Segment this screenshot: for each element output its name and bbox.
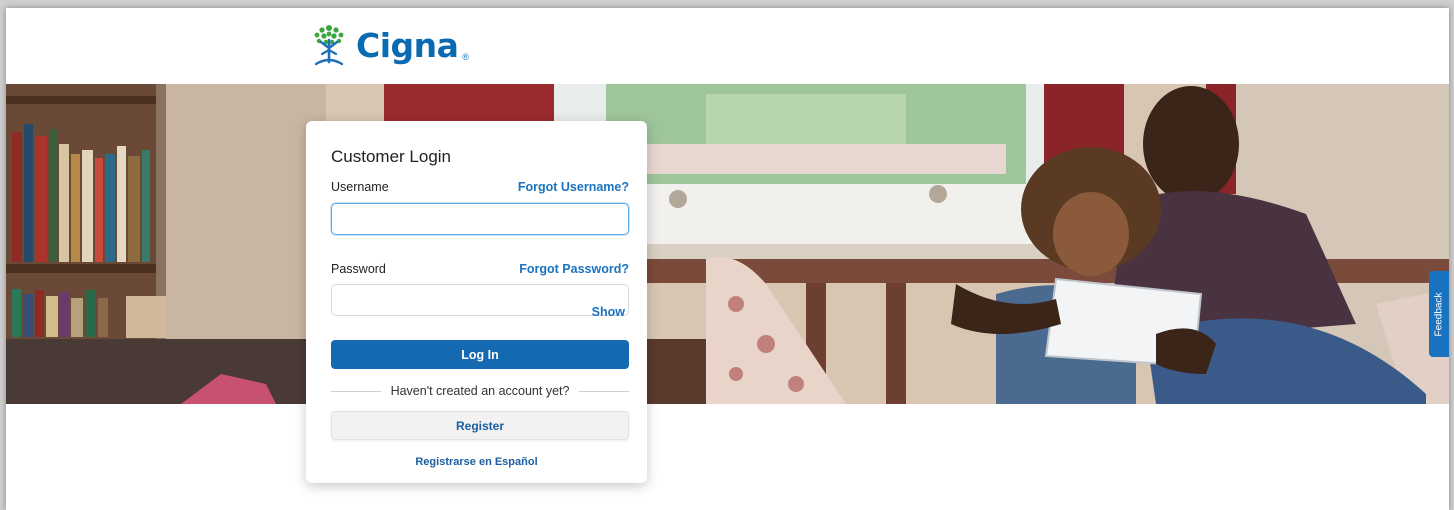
register-divider: Haven't created an account yet? (331, 383, 630, 399)
site-header: Cigna ® (6, 8, 1449, 84)
feedback-tab[interactable]: Feedback (1429, 271, 1449, 357)
forgot-password-link[interactable]: Forgot Password? (519, 262, 629, 276)
divider-line-left (331, 390, 381, 392)
brand-name: Cigna (356, 25, 459, 65)
registered-mark: ® (462, 52, 470, 62)
cigna-logo[interactable]: Cigna ® (306, 22, 469, 68)
username-label: Username (331, 180, 389, 194)
feedback-label: Feedback (1433, 292, 1445, 336)
username-field[interactable] (331, 203, 629, 235)
family-photo-illustration (6, 84, 1449, 404)
register-button[interactable]: Register (331, 411, 629, 440)
divider-line-right (579, 390, 630, 392)
register-spanish-link[interactable]: Registrarse en Español (306, 456, 647, 468)
login-card: Customer Login Username Forgot Username?… (306, 121, 647, 483)
password-field[interactable] (331, 284, 629, 316)
show-password-button[interactable]: Show (592, 305, 625, 319)
login-title: Customer Login (331, 147, 452, 166)
hero-image (6, 84, 1449, 404)
tree-of-life-icon (314, 25, 344, 66)
browser-page: Cigna ® Customer Login Username Forgot U… (6, 8, 1449, 510)
login-button[interactable]: Log In (331, 340, 629, 369)
password-label: Password (331, 262, 386, 276)
no-account-text: Haven't created an account yet? (390, 384, 570, 398)
forgot-username-link[interactable]: Forgot Username? (518, 180, 629, 194)
